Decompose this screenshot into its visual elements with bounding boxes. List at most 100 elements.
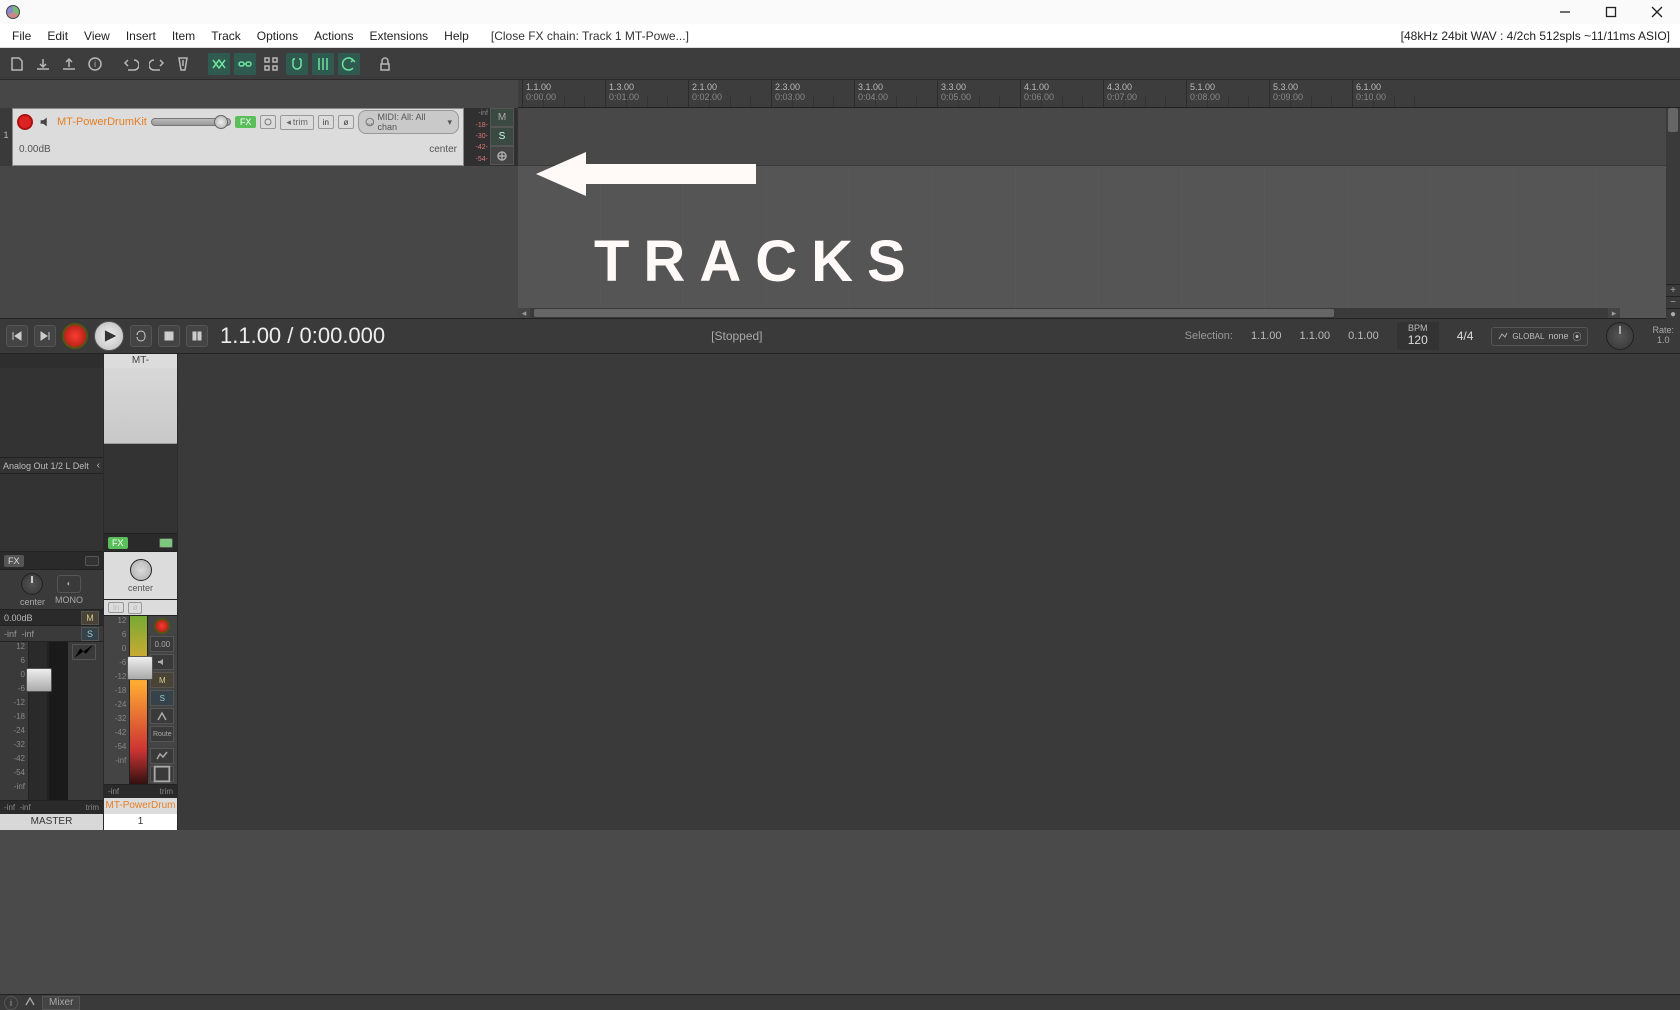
transport-time[interactable]: 1.1.00 / 0:00.000 <box>220 323 385 349</box>
mixer-track1-trim-label[interactable]: trim <box>160 787 173 796</box>
mixer-track1-strip[interactable]: MT-PowerDrumk FX center inø 1260-6-12-18… <box>104 354 178 830</box>
timeline-ruler[interactable]: 1.1.000:00.001.3.000:01.002.1.000:02.002… <box>518 80 1680 108</box>
maximize-button[interactable] <box>1588 0 1634 24</box>
bpm-box[interactable]: BPM 120 <box>1397 322 1439 350</box>
snap-icon[interactable] <box>286 53 308 75</box>
zoom-out-v-icon[interactable]: − <box>1666 296 1680 308</box>
fx-button[interactable]: FX <box>235 116 257 128</box>
midi-input-selector[interactable]: MIDI: All: All chan ▾ <box>358 110 459 134</box>
close-button[interactable] <box>1634 0 1680 24</box>
hscroll-left-icon[interactable]: ◂ <box>518 308 530 318</box>
global-automation-mode[interactable]: GLOBAL none ⦿ <box>1491 327 1588 346</box>
auto-crossfade-icon[interactable] <box>208 53 230 75</box>
minimize-button[interactable] <box>1542 0 1588 24</box>
master-hw-output[interactable]: Analog Out 1/2 L Delt‹ <box>0 458 103 474</box>
record-button[interactable] <box>62 323 88 349</box>
track-mute-button[interactable]: M <box>490 108 514 127</box>
fx-input-button[interactable] <box>260 115 276 129</box>
master-db-readout[interactable]: 0.00dB <box>4 613 33 623</box>
phase-button[interactable]: ø <box>338 115 354 129</box>
track-number[interactable]: 1 <box>0 108 12 166</box>
mixer-track1-fxchain-button[interactable] <box>150 766 174 782</box>
play-button[interactable] <box>94 321 124 351</box>
menu-actions[interactable]: Actions <box>306 27 361 45</box>
pause-button[interactable] <box>186 325 208 347</box>
status-route-icon[interactable] <box>24 995 36 1010</box>
master-pan-knob[interactable] <box>21 573 43 595</box>
audio-device-status[interactable]: [48kHz 24bit WAV : 4/2ch 512spls ~11/11m… <box>1401 29 1676 43</box>
mixer-track1-db-readout[interactable]: 0.00 <box>150 636 174 652</box>
selection-start[interactable]: 1.1.00 <box>1251 330 1282 342</box>
master-mute-button[interactable]: M <box>81 611 99 625</box>
volume-slider[interactable] <box>151 118 231 126</box>
mixer-track1-recarm[interactable] <box>154 618 170 634</box>
monitor-icon[interactable] <box>37 114 53 130</box>
lock-icon[interactable] <box>374 53 396 75</box>
selection-end[interactable]: 1.1.00 <box>1300 330 1331 342</box>
track-route-button[interactable] <box>490 146 514 165</box>
save-project-icon[interactable] <box>58 53 80 75</box>
record-arm-button[interactable] <box>17 114 33 130</box>
master-fx-button[interactable]: FX <box>4 555 24 567</box>
hscroll-right-icon[interactable]: ▸ <box>1608 308 1620 318</box>
open-project-icon[interactable] <box>32 53 54 75</box>
track-pan-readout[interactable]: center <box>429 144 457 155</box>
time-signature[interactable]: 4/4 <box>1457 329 1474 343</box>
zoom-toggle-icon[interactable]: ● <box>1666 308 1680 320</box>
go-to-start-button[interactable] <box>6 325 28 347</box>
trim-button[interactable]: ◂trim <box>280 115 314 130</box>
menu-help[interactable]: Help <box>436 27 477 45</box>
master-env-button[interactable] <box>72 644 96 660</box>
menu-edit[interactable]: Edit <box>39 27 76 45</box>
arrange-view[interactable]: TRACKS <box>518 108 1666 308</box>
mixer-track1-name-bottom[interactable]: MT-PowerDrum <box>104 798 177 814</box>
horizontal-scrollbar[interactable]: ◂ ▸ <box>518 308 1620 318</box>
vertical-scrollbar[interactable] <box>1666 108 1680 308</box>
mixer-track1-env-button[interactable] <box>150 748 174 764</box>
mixer-track1-name-top[interactable]: MT-PowerDrumk <box>104 354 177 368</box>
menu-options[interactable]: Options <box>249 27 306 45</box>
stop-button[interactable] <box>158 325 180 347</box>
grid-icon[interactable] <box>260 53 282 75</box>
item-grouping-icon[interactable] <box>234 53 256 75</box>
go-to-end-button[interactable] <box>34 325 56 347</box>
master-fader[interactable] <box>28 642 48 800</box>
project-settings-icon[interactable]: i <box>84 53 106 75</box>
track-solo-button[interactable]: S <box>490 127 514 146</box>
redo-icon[interactable] <box>146 53 168 75</box>
mixer-track1-fx-button[interactable]: FX <box>108 537 128 549</box>
mixer-tab[interactable]: Mixer <box>42 996 80 1010</box>
ripple-edit-icon[interactable] <box>338 53 360 75</box>
mixer-track1-fx-bypass[interactable] <box>159 538 173 548</box>
undo-icon[interactable] <box>120 53 142 75</box>
mixer-track1-number[interactable]: 1 <box>104 814 177 830</box>
zoom-in-v-icon[interactable]: + <box>1666 284 1680 296</box>
mixer-track1-mute-button[interactable]: M <box>150 672 174 688</box>
mixer-track1-phase-button[interactable]: ø <box>128 602 142 614</box>
master-solo-button[interactable]: S <box>81 627 99 641</box>
grid-lines-icon[interactable] <box>312 53 334 75</box>
menu-file[interactable]: File <box>4 27 39 45</box>
track-control-panel[interactable]: MT-PowerDrumKit FX ◂trim in ø MIDI: All:… <box>12 108 464 166</box>
master-fx-bypass[interactable] <box>85 556 99 566</box>
repeat-button[interactable] <box>130 325 152 347</box>
menu-track[interactable]: Track <box>203 27 249 45</box>
master-mono-label[interactable]: MONO <box>55 595 83 605</box>
status-info-icon[interactable]: i <box>4 996 18 1010</box>
master-trim-label[interactable]: trim <box>86 803 99 812</box>
mixer-master-strip[interactable]: Analog Out 1/2 L Delt‹ FX center ◐ MONO … <box>0 354 104 830</box>
metronome-icon[interactable] <box>172 53 194 75</box>
mixer-track1-fader[interactable] <box>129 616 147 784</box>
mixer-track1-route-button[interactable] <box>150 708 174 724</box>
selection-length[interactable]: 0.1.00 <box>1348 330 1379 342</box>
track-name[interactable]: MT-PowerDrumKit <box>57 116 147 128</box>
menu-extensions[interactable]: Extensions <box>361 27 436 45</box>
master-mono-indicator[interactable]: ◐ <box>57 575 81 593</box>
playrate-knob[interactable] <box>1606 322 1634 350</box>
new-project-icon[interactable] <box>6 53 28 75</box>
mixer-track1-pan-knob[interactable] <box>130 559 152 581</box>
menu-view[interactable]: View <box>76 27 118 45</box>
track-volume-readout[interactable]: 0.00dB <box>19 144 51 155</box>
menu-item[interactable]: Item <box>164 27 203 45</box>
mixer-track1-solo-button[interactable]: S <box>150 690 174 706</box>
